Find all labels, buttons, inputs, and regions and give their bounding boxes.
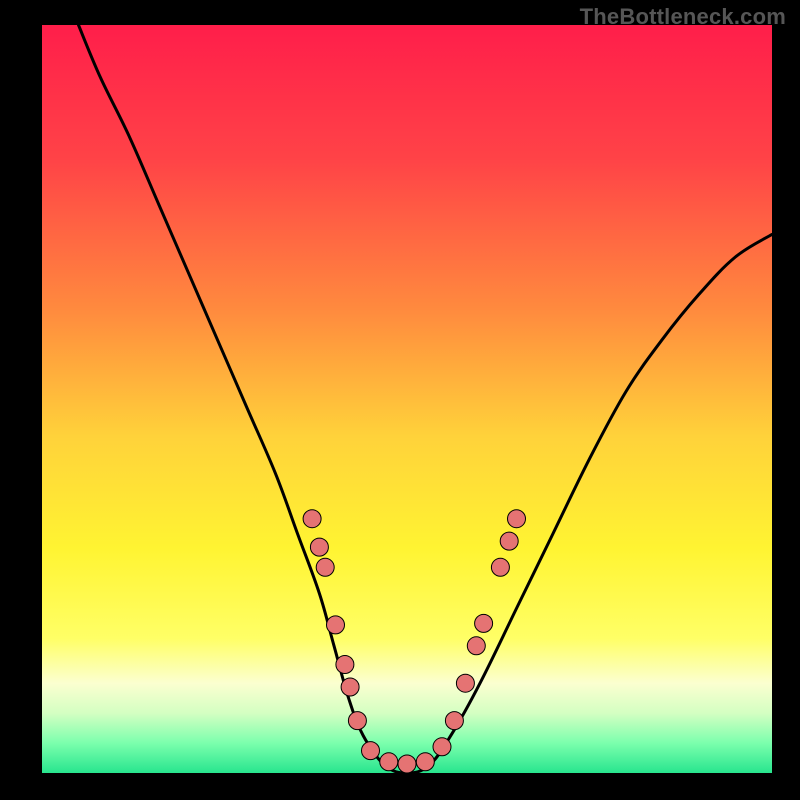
plot-area [42,25,772,773]
curve-dot [475,614,493,632]
curve-dot [336,656,354,674]
watermark-label: TheBottleneck.com [580,4,786,30]
curve-dot [341,678,359,696]
curve-dot [433,738,451,756]
curve-dot [416,753,434,771]
curve-dot [362,742,380,760]
curve-dot [500,532,518,550]
curve-dot [467,637,485,655]
curve-dot [398,755,416,773]
curve-dot [348,712,366,730]
app-frame: TheBottleneck.com [0,0,800,800]
curve-dot [316,558,334,576]
gradient-background [42,25,772,773]
curve-dot [445,712,463,730]
curve-dot [491,558,509,576]
curve-dot [310,538,328,556]
chart-svg [42,25,772,773]
curve-dot [327,616,345,634]
curve-dot [380,753,398,771]
curve-dot [303,510,321,528]
curve-dot [456,674,474,692]
curve-dot [508,510,526,528]
